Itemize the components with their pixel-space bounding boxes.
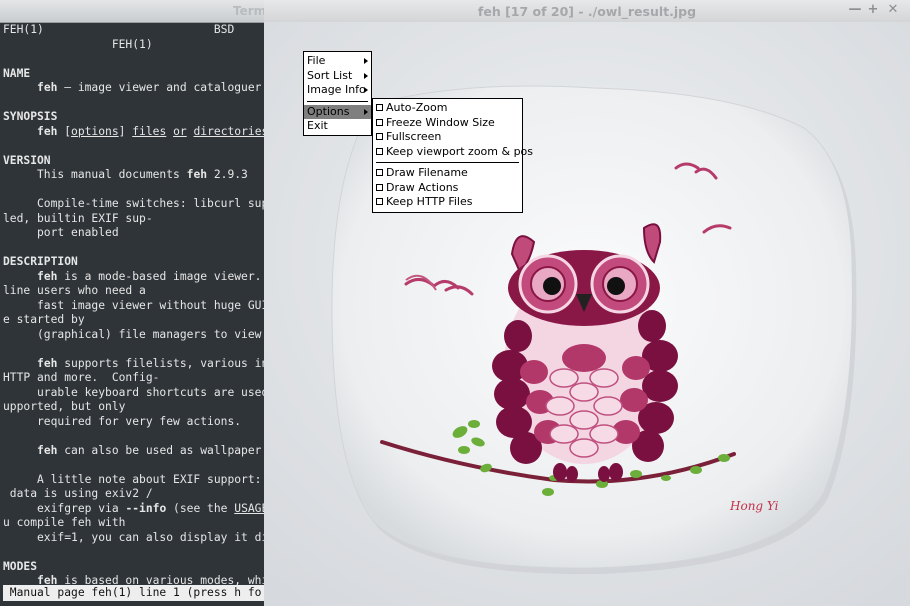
man-page-line: fast image viewer without huge GUI	[3, 298, 269, 312]
man-page-line: feh [options] files or directories	[37, 124, 269, 138]
feh-titlebar[interactable]: feh [17 of 20] - ./owl_result.jpg — + ✕	[264, 0, 910, 23]
option-keep-viewport[interactable]: Keep viewport zoom & pos	[373, 145, 533, 160]
option-keep-http-files[interactable]: Keep HTTP Files	[373, 195, 522, 210]
man-page-line: (graphical) file managers to view	[3, 327, 262, 341]
option-draw-filename[interactable]: Draw Filename	[373, 166, 522, 181]
option-auto-zoom[interactable]: Auto-Zoom	[373, 101, 522, 116]
man-page-line: MODES	[3, 559, 38, 573]
man-page-line	[3, 183, 300, 198]
man-page-line: This manual documents feh 2.9.3	[3, 168, 248, 181]
checkbox-icon[interactable]	[376, 147, 383, 155]
submenu-arrow-icon	[364, 58, 368, 64]
man-page-line: u compile feh with	[3, 516, 126, 529]
man-page-line: DESCRIPTION	[3, 255, 78, 268]
man-page-line: NAME	[3, 66, 31, 80]
man-page-line: led, builtin EXIF sup-	[3, 211, 153, 225]
menu-item-image-info[interactable]: Image Info	[304, 83, 371, 98]
submenu-arrow-icon	[364, 108, 368, 115]
man-page-line	[3, 429, 300, 444]
menu-item-exit[interactable]: Exit	[304, 119, 371, 134]
man-page-line: A little note about EXIF support:	[3, 472, 262, 486]
minimize-button[interactable]: —	[848, 3, 862, 17]
maximize-button[interactable]: +	[866, 3, 880, 17]
man-page-line	[3, 52, 300, 67]
man-page-line	[3, 458, 300, 473]
man-page-line: urable keyboard shortcuts are used	[3, 385, 269, 399]
terminal-window[interactable]: Term FEH(1) BSD FEH(1) NAME feh – image v…	[0, 0, 300, 606]
man-page-line: e started by	[3, 313, 85, 326]
option-fullscreen[interactable]: Fullscreen	[373, 130, 522, 145]
man-page-line: feh can also be used as wallpaper	[37, 443, 262, 457]
man-page-line: line users who need a	[3, 284, 146, 297]
man-page-line: required for very few actions.	[3, 414, 242, 428]
man-page-line: exifgrep via --info (see the USAGE	[3, 501, 269, 515]
man-page-line: HTTP and more. Config-	[3, 371, 160, 384]
man-page-line: data is using exiv2 /	[3, 487, 153, 500]
menu-item-options[interactable]: Options	[304, 104, 371, 119]
man-page-line: port enabled	[3, 226, 119, 239]
options-submenu[interactable]: Auto-Zoom Freeze Window Size Fullscreen …	[372, 98, 533, 213]
image-signature: Hong Yi	[729, 499, 779, 513]
checkbox-icon[interactable]	[376, 169, 383, 176]
man-page-line: SYNOPSIS	[3, 110, 58, 123]
man-page-line: exif=1, you can also display it di	[3, 530, 269, 544]
man-page-line: feh – image viewer and cataloguer	[37, 81, 262, 94]
man-page-line: feh is based on various modes, whi	[37, 574, 269, 585]
man-page-line: FEH(1)	[3, 37, 153, 51]
man-page-line	[3, 342, 300, 357]
man-page-line: feh supports filelists, various in	[37, 356, 269, 370]
terminal-title: Term	[233, 4, 267, 18]
menu-item-sort-list[interactable]: Sort List	[304, 69, 371, 84]
terminal-titlebar[interactable]: Term	[0, 0, 300, 23]
close-button[interactable]: ✕	[886, 3, 900, 17]
menu-item-file[interactable]: File	[304, 54, 371, 69]
checkbox-icon[interactable]	[376, 183, 383, 191]
man-page-line: VERSION	[3, 153, 51, 167]
submenu-arrow-icon	[364, 87, 368, 93]
man-page-line	[3, 139, 300, 154]
option-freeze-window-size[interactable]: Freeze Window Size	[373, 116, 522, 131]
man-page-status-line: Manual page feh(1) line 1 (press h fo	[3, 585, 265, 601]
checkbox-icon[interactable]	[376, 104, 383, 111]
man-page-line: FEH(1) BSD	[3, 23, 235, 36]
man-page-line	[3, 96, 300, 111]
man-page-line	[3, 545, 300, 560]
checkbox-icon[interactable]	[376, 198, 383, 205]
option-draw-actions[interactable]: Draw Actions	[373, 181, 522, 196]
man-page-line: Compile-time switches: libcurl sup	[3, 197, 269, 210]
submenu-arrow-icon	[364, 72, 368, 79]
checkbox-icon[interactable]	[376, 118, 383, 126]
man-page-text[interactable]: FEH(1) BSD FEH(1) NAME feh – image viewer…	[3, 23, 300, 585]
man-page-line: upported, but only	[3, 400, 126, 413]
man-page-line: feh is a mode-based image viewer.	[37, 269, 262, 283]
feh-context-menu[interactable]: File Sort List Image Info Options Exit	[303, 51, 372, 136]
checkbox-icon[interactable]	[376, 133, 383, 140]
menu-separator	[307, 100, 368, 102]
menu-separator	[376, 162, 519, 163]
man-page-line	[3, 241, 300, 256]
feh-window-title: feh [17 of 20] - ./owl_result.jpg	[477, 4, 697, 19]
